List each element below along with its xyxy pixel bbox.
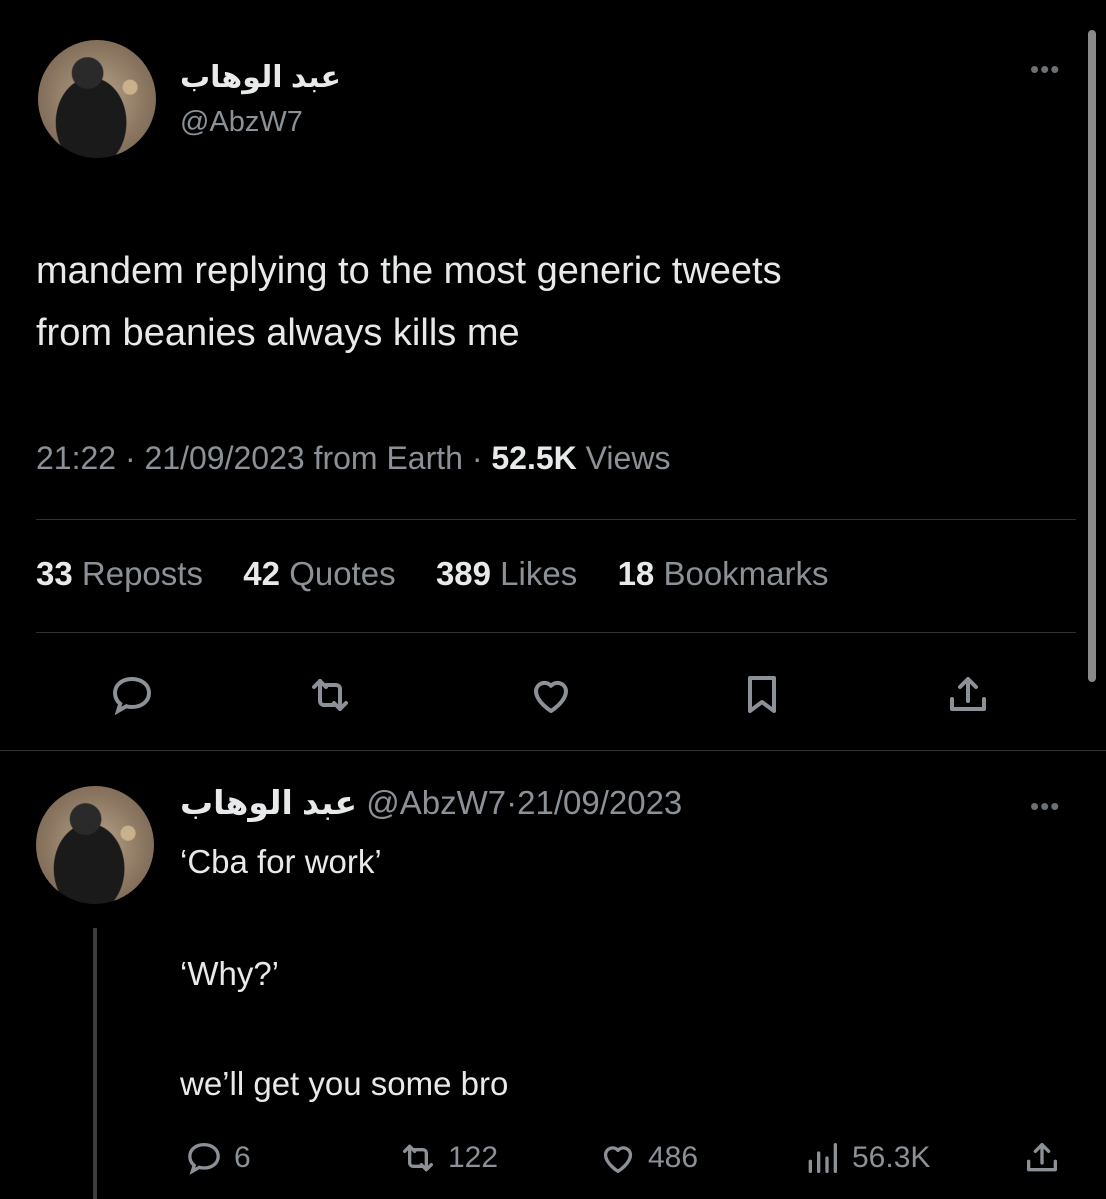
reply-likes-count: 486 [648,1141,699,1174]
likes-count: 389 [435,555,491,592]
tweet-time[interactable]: 21:22 [36,440,116,476]
share-icon [1027,1143,1057,1172]
reply-text-line: we’ll get you some bro [180,1065,509,1102]
repost-icon[interactable] [306,671,354,719]
tweet-text-line: mandem replying to the most generic twee… [36,250,782,292]
reply-header: عبد الوهاب @AbzW7·21/09/2023 [180,784,683,821]
likes-stat[interactable]: 389 Likes [436,555,586,592]
like-icon [603,1146,633,1173]
thread-line [93,928,97,1199]
quotes-count: 42 [243,555,281,592]
reply-views-count: 56.3K [852,1141,931,1174]
author-avatar[interactable] [38,40,156,158]
scrollbar[interactable] [1088,30,1096,682]
divider [0,750,1106,751]
divider [36,632,1076,633]
reposts-label: Reposts [81,555,203,592]
divider [36,519,1076,520]
share-icon[interactable] [944,671,992,719]
like-icon[interactable] [527,671,575,719]
reply-icon [188,1142,220,1175]
views-count: 52.5K [491,440,577,476]
bookmarks-count: 18 [617,555,655,592]
tweet-date[interactable]: 21/09/2023 [145,440,305,476]
reply-reposts-count: 122 [448,1141,499,1174]
quotes-label: Quotes [289,555,396,592]
reply-icon[interactable] [108,671,156,719]
reposts-stat[interactable]: 33 Reposts [36,555,212,592]
tweet-source: from Earth [313,440,463,476]
reposts-count: 33 [36,555,73,592]
likes-label: Likes [500,555,578,592]
reply-date[interactable]: 21/09/2023 [517,784,682,821]
reply-views-button[interactable]: 56.3K [802,1138,930,1178]
tweet-text: mandem replying to the most generic twee… [36,240,1036,364]
engagement-stats: 33 Reposts 42 Quotes 389 Likes 18 Bookma… [36,555,829,593]
more-options-icon[interactable]: ••• [1030,56,1060,82]
reply-author-avatar[interactable] [36,786,154,904]
repost-icon [403,1144,433,1172]
views-icon [808,1143,837,1173]
reply-share-button[interactable] [1022,1138,1062,1178]
bookmarks-label: Bookmarks [663,555,829,592]
tweet-meta: 21:22 · 21/09/2023 from Earth · 52.5K Vi… [36,440,671,476]
reply-display-name[interactable]: عبد الوهاب [180,784,357,821]
author-handle[interactable]: @AbzW7 [180,106,303,139]
bookmarks-stat[interactable]: 18 Bookmarks [618,555,829,592]
reply-reply-button[interactable]: 6 [184,1138,251,1178]
reply-handle[interactable]: @AbzW7 [366,784,506,821]
views-label: Views [585,440,671,476]
reply-repost-button[interactable]: 122 [398,1138,498,1178]
reply-like-button[interactable]: 486 [598,1138,698,1178]
tweet-text-line: from beanies always kills me [36,312,520,354]
author-display-name[interactable]: عبد الوهاب [180,60,400,95]
bookmark-icon[interactable] [738,671,786,719]
reply-text-line: ‘Why?’ [180,955,280,992]
reply-replies-count: 6 [234,1141,251,1174]
reply-text-line: ‘Cba for work’ [180,843,382,880]
more-options-icon[interactable]: ••• [1030,793,1060,819]
quotes-stat[interactable]: 42 Quotes [243,555,404,592]
